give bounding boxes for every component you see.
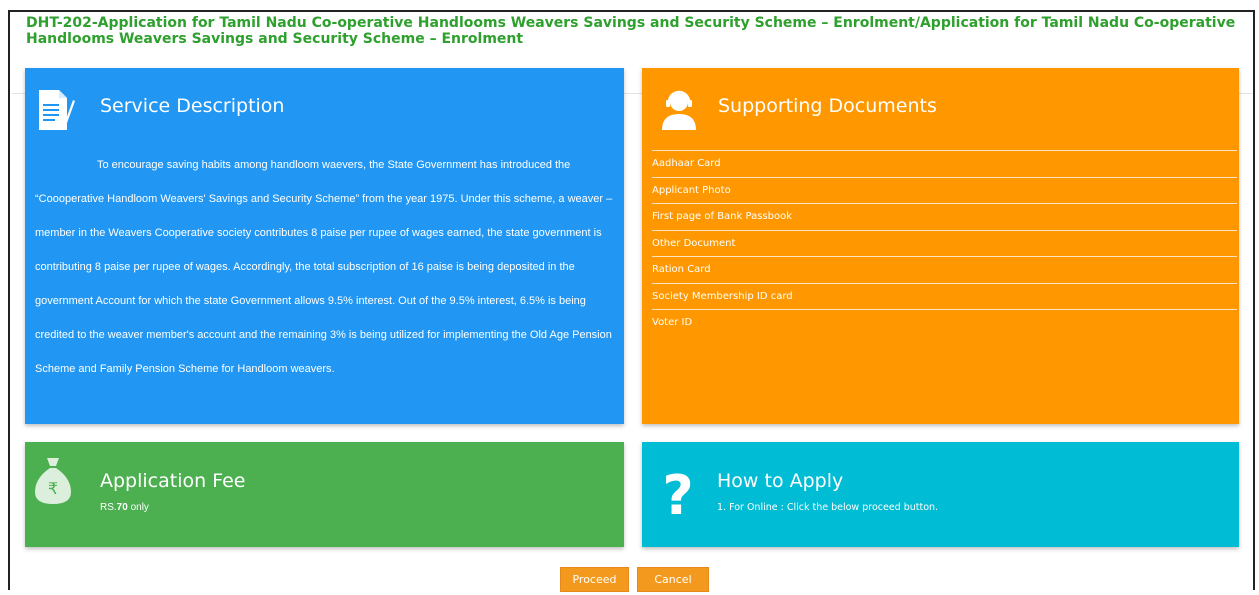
documents-list: Aadhaar Card Applicant Photo First page … bbox=[652, 150, 1237, 336]
document-item: Voter ID bbox=[652, 309, 1237, 336]
document-item: Other Document bbox=[652, 229, 1237, 257]
how-to-apply-heading: How to Apply bbox=[717, 470, 844, 492]
document-item: Applicant Photo bbox=[652, 176, 1237, 204]
how-to-apply-step: 1. For Online : Click the below proceed … bbox=[717, 502, 939, 513]
svg-text:?: ? bbox=[662, 466, 693, 518]
document-item: Aadhaar Card bbox=[652, 150, 1237, 177]
money-bag-rupee-icon: ₹ bbox=[33, 454, 73, 511]
service-description-heading: Service Description bbox=[100, 95, 285, 117]
question-mark-icon: ? bbox=[662, 464, 694, 527]
cancel-button[interactable]: Cancel bbox=[637, 567, 709, 592]
service-description-panel: Service Description To encourage saving … bbox=[25, 68, 624, 424]
document-item: Society Membership ID card bbox=[652, 282, 1237, 310]
supporting-documents-heading: Supporting Documents bbox=[718, 95, 937, 117]
service-description-text: To encourage saving habits among handloo… bbox=[35, 159, 613, 375]
proceed-button[interactable]: Proceed bbox=[560, 567, 629, 592]
application-fee-panel: ₹ Application Fee RS.70 only bbox=[25, 442, 624, 547]
supporting-documents-panel: Supporting Documents Aadhaar Card Applic… bbox=[642, 68, 1239, 424]
application-fee-heading: Application Fee bbox=[100, 470, 246, 492]
page-title: DHT-202-Application for Tamil Nadu Co-op… bbox=[26, 15, 1236, 47]
how-to-apply-panel: ? How to Apply 1. For Online : Click the… bbox=[642, 442, 1239, 547]
document-item: Ration Card bbox=[652, 256, 1237, 283]
svg-text:₹: ₹ bbox=[48, 479, 58, 498]
headset-user-icon bbox=[660, 90, 698, 135]
document-pen-icon bbox=[37, 88, 75, 137]
document-item: First page of Bank Passbook bbox=[652, 203, 1237, 230]
application-fee-amount: RS.70 only bbox=[100, 502, 149, 513]
